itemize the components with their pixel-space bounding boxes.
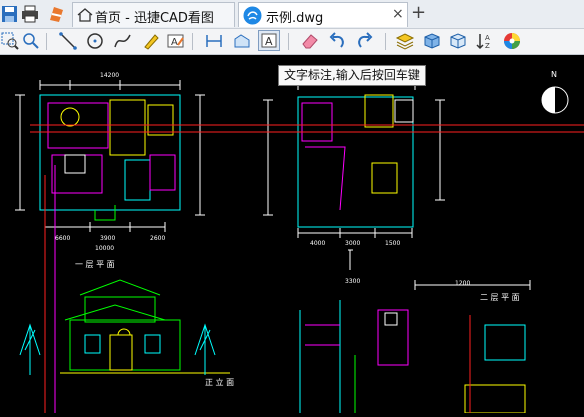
- north-arrow: N: [541, 70, 569, 114]
- eraser-icon[interactable]: [300, 31, 320, 51]
- tooltip: 文字标注,输入后按回车键: [278, 65, 426, 86]
- close-tab-icon[interactable]: ×: [392, 6, 404, 22]
- label-elevation: 正 立 面: [205, 377, 234, 387]
- dim-label: 2600: [150, 235, 165, 242]
- redo-icon[interactable]: [355, 31, 375, 51]
- save-icon[interactable]: [0, 4, 20, 24]
- dim-label: 3300: [345, 278, 360, 285]
- dim-label: 14200: [100, 72, 119, 79]
- tab-bar: 首页 - 迅捷CAD看图 示例.dwg × +: [0, 0, 584, 29]
- svg-text:A: A: [171, 37, 178, 48]
- dim-label: 3000: [345, 240, 360, 247]
- undo-icon[interactable]: [327, 31, 347, 51]
- new-tab-button[interactable]: +: [411, 2, 426, 23]
- circle-icon[interactable]: [85, 31, 105, 51]
- text-annotation-icon[interactable]: A: [258, 30, 280, 51]
- north-label: N: [551, 70, 557, 79]
- zoom-realtime-icon[interactable]: [21, 31, 41, 51]
- zoom-window-icon[interactable]: [0, 31, 20, 51]
- sort-icon[interactable]: AZ: [475, 31, 495, 51]
- tab-home[interactable]: 首页 - 迅捷CAD看图: [72, 2, 235, 27]
- dim-label: 3900: [100, 235, 115, 242]
- toolbar-separator: [192, 33, 193, 50]
- line-icon[interactable]: [58, 31, 78, 51]
- print-icon[interactable]: [20, 4, 40, 24]
- label-floor1: 一 层 平 面: [75, 260, 115, 269]
- dim-label: 1500: [385, 240, 400, 247]
- tab-drawing-label: 示例.dwg: [266, 11, 324, 26]
- drawing-canvas[interactable]: N 一 层 平 面 二 层 平 面 正 立 面 14200 11250 6600…: [0, 55, 584, 414]
- toolbar-separator: [385, 33, 386, 50]
- toolbar-separator: [46, 33, 47, 50]
- svg-text:A: A: [485, 34, 490, 42]
- svg-text:A: A: [265, 35, 273, 48]
- polyline-icon[interactable]: [113, 31, 133, 51]
- dim-label: 6600: [55, 235, 70, 242]
- color-wheel-icon[interactable]: [502, 31, 522, 51]
- clear-icon[interactable]: [46, 4, 66, 24]
- tab-home-label: 首页 - 迅捷CAD看图: [95, 11, 214, 26]
- dimension-icon[interactable]: [204, 31, 224, 51]
- cad-file-icon: [243, 6, 262, 25]
- cad-drawing: N 一 层 平 面 二 层 平 面 正 立 面 14200 11250 6600…: [15, 70, 584, 414]
- layer-icon[interactable]: [395, 31, 415, 51]
- front-elevation: [19, 279, 230, 375]
- toolbar: A A AZ: [0, 29, 584, 55]
- area-measure-icon[interactable]: [232, 31, 252, 51]
- dim-label: 4000: [310, 240, 325, 247]
- pen-icon[interactable]: [141, 31, 161, 51]
- svg-text:Z: Z: [485, 42, 490, 50]
- dim-label: 10000: [95, 245, 114, 252]
- first-floor-plan: [15, 80, 205, 232]
- label-floor2: 二 层 平 面: [480, 293, 520, 302]
- 3d-view-icon[interactable]: [448, 31, 468, 51]
- home-icon: [77, 8, 93, 22]
- toolbar-separator: [288, 33, 289, 50]
- 3d-box-icon[interactable]: [422, 31, 442, 51]
- tab-drawing[interactable]: 示例.dwg ×: [238, 2, 408, 27]
- text-style-icon[interactable]: A: [166, 31, 186, 51]
- dim-label: 1200: [455, 280, 470, 287]
